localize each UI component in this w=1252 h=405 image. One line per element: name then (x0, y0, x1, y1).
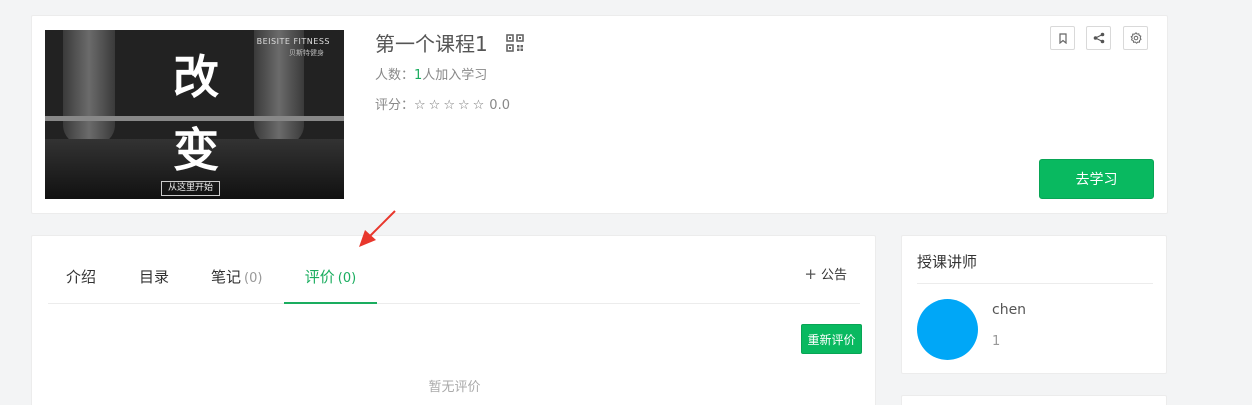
annotation-arrow-icon (359, 210, 396, 247)
tab-review-label: 评价 (304, 268, 335, 286)
empty-review-text: 暂无评价 (428, 380, 481, 395)
cover-brand-cn: 贝斯特健身 (289, 49, 324, 57)
people-label: 人数： (375, 68, 415, 83)
settings-icon (1129, 32, 1142, 44)
cover-tag: 从这里开始 (161, 181, 221, 196)
rating-label: 评分： (375, 98, 415, 113)
bookmark-icon (1058, 32, 1067, 44)
share-button[interactable] (1086, 26, 1111, 50)
cover-brand: BEISITE FITNESS (256, 37, 330, 46)
teacher-card: 授课讲师 chen 1 (901, 235, 1167, 374)
people-suffix: 人加入学习 (422, 68, 488, 83)
announce-label: 公告 (820, 268, 847, 283)
course-title: 第一个课程1 (375, 32, 488, 56)
tab-review-count: (0) (337, 271, 357, 286)
share-icon (1093, 32, 1104, 44)
tab-catalog[interactable]: 目录 (139, 266, 169, 304)
qr-code-icon[interactable] (506, 34, 524, 52)
course-content-card: 介绍 目录 笔记 (0) 评价 (0) + 公告 重新评价 暂无评价 (31, 235, 876, 405)
cover-arm-left (63, 30, 115, 145)
divider (917, 283, 1153, 284)
tab-bar: 介绍 目录 笔记 (0) 评价 (0) + 公告 (48, 256, 860, 304)
tab-notes-label: 笔记 (211, 268, 242, 286)
cover-char-2: 变 (173, 123, 219, 177)
teacher-sub: 1 (992, 334, 1001, 349)
tab-review[interactable]: 评价 (0) (284, 266, 377, 304)
course-people: 人数：1人加入学习 (375, 67, 487, 85)
settings-button[interactable] (1123, 26, 1148, 50)
teacher-avatar[interactable] (917, 299, 978, 360)
teacher-heading: 授课讲师 (917, 253, 978, 271)
tab-notes[interactable]: 笔记 (0) (211, 266, 262, 304)
course-cover-image[interactable]: BEISITE FITNESS 贝斯特健身 改 变 从这里开始 (45, 30, 344, 199)
rating-stars: ☆☆☆☆☆ (414, 98, 488, 113)
course-header-card: BEISITE FITNESS 贝斯特健身 改 变 从这里开始 第一个课程1 人… (31, 15, 1168, 214)
tab-intro[interactable]: 介绍 (66, 266, 96, 304)
go-study-button[interactable]: 去学习 (1039, 159, 1154, 199)
cover-char-1: 改 (173, 50, 219, 104)
tab-notes-count: (0) (244, 271, 263, 286)
rating-value: 0.0 (489, 98, 510, 113)
tab-intro-label: 介绍 (66, 268, 97, 286)
announce-button[interactable]: + 公告 (804, 264, 847, 283)
cover-barbell (45, 116, 344, 121)
sidebar-card-2 (901, 395, 1167, 405)
teacher-name[interactable]: chen (992, 302, 1026, 318)
rereview-button[interactable]: 重新评价 (801, 324, 862, 354)
plus-icon: + (804, 265, 817, 283)
tab-catalog-label: 目录 (139, 268, 170, 286)
course-rating: 评分：☆☆☆☆☆ 0.0 (375, 97, 510, 115)
bookmark-button[interactable] (1050, 26, 1075, 50)
